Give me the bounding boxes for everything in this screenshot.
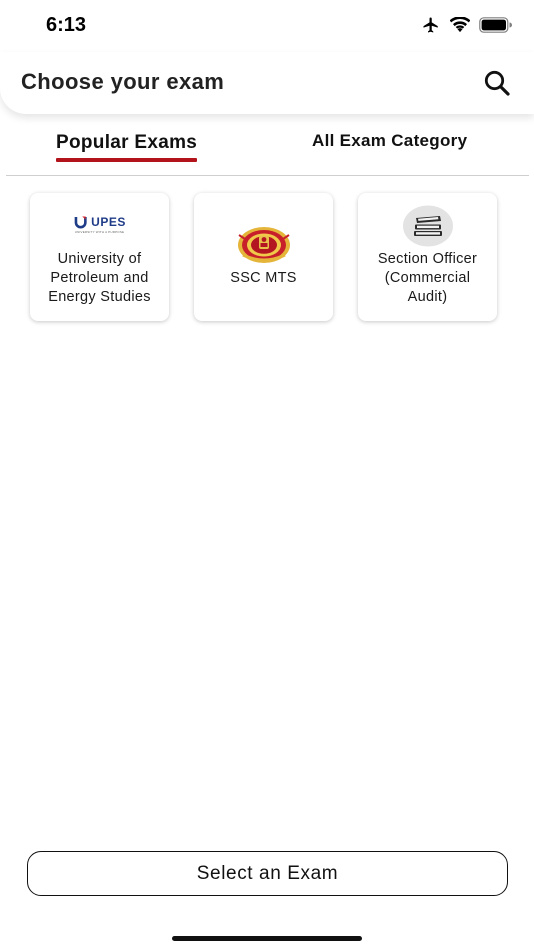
status-time: 6:13	[46, 14, 87, 36]
exam-tabs: Popular Exams All Exam Category	[6, 128, 529, 176]
exam-selection-screen: 6:13 Choose your exam Popular Exams All …	[0, 0, 534, 950]
search-button[interactable]	[482, 68, 512, 98]
select-exam-button[interactable]: Select an Exam	[27, 851, 508, 896]
exam-card-label: SSC MTS	[230, 270, 297, 286]
books-icon	[402, 205, 454, 252]
battery-icon	[479, 17, 512, 33]
upes-mark-icon	[74, 216, 87, 228]
wifi-icon	[450, 17, 470, 33]
exam-card-section-officer[interactable]: Section Officer (Commercial Audit)	[358, 193, 497, 321]
upes-logo: UPES UNIVERSITY WITH A PURPOSE	[74, 215, 126, 234]
tab-popular-exams-label: Popular Exams	[56, 132, 198, 153]
exam-card-label: University of Petroleum and Energy Studi…	[48, 251, 151, 305]
ssc-emblem-icon	[237, 225, 291, 270]
popular-exams-grid: UPES UNIVERSITY WITH A PURPOSE Universit…	[30, 193, 500, 323]
header: Choose your exam	[0, 52, 534, 114]
exam-card-upes[interactable]: UPES UNIVERSITY WITH A PURPOSE Universit…	[30, 193, 169, 321]
home-indicator	[172, 936, 362, 941]
active-tab-indicator	[56, 158, 198, 162]
tab-popular-exams[interactable]: Popular Exams	[56, 132, 198, 162]
exam-card-label: Section Officer (Commercial Audit)	[377, 251, 478, 305]
airplane-icon	[421, 16, 441, 34]
status-bar: 6:13	[0, 0, 534, 52]
search-icon	[484, 70, 510, 96]
tab-all-exam-category-label: All Exam Category	[312, 131, 468, 150]
tab-all-exam-category[interactable]: All Exam Category	[312, 131, 467, 151]
page-title: Choose your exam	[21, 69, 225, 94]
exam-card-ssc-mts[interactable]: SSC MTS	[194, 193, 333, 321]
status-icons	[421, 16, 512, 34]
